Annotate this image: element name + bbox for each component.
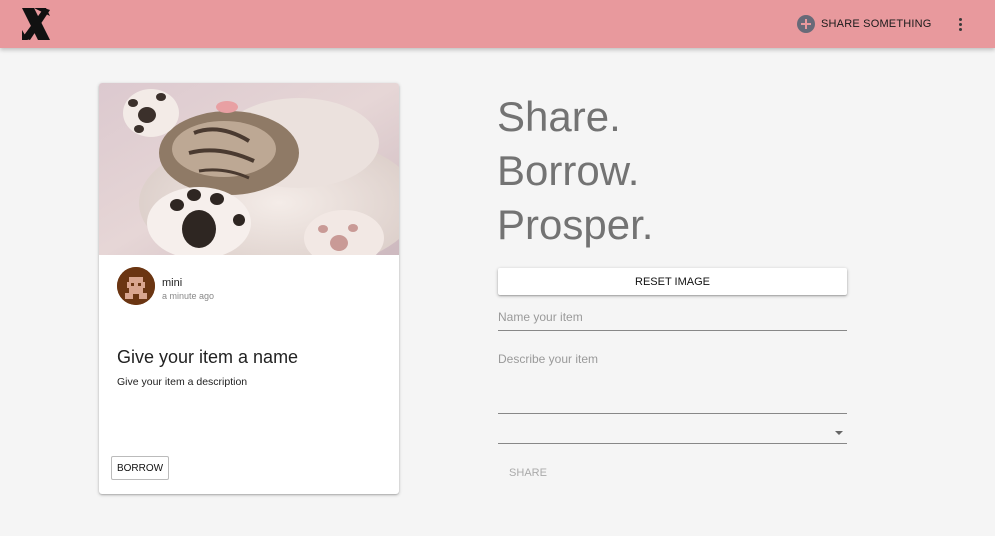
item-preview-card: mini a minute ago Give your item a name … xyxy=(99,83,399,494)
item-name-field[interactable]: Name your item xyxy=(498,310,847,331)
owner-timestamp: a minute ago xyxy=(162,291,215,301)
dropdown-arrow-icon xyxy=(835,431,843,435)
share-submit-button[interactable]: SHARE xyxy=(498,463,558,483)
headline-prosper: Prosper. xyxy=(497,201,654,248)
kitten-photo xyxy=(99,83,399,255)
share-something-label: SHARE SOMETHING xyxy=(821,18,932,30)
headline-share: Share. xyxy=(497,93,621,140)
share-something-button[interactable]: SHARE SOMETHING xyxy=(790,10,938,38)
headline-borrow: Borrow. xyxy=(497,147,640,194)
app-bar: SHARE SOMETHING xyxy=(0,0,995,48)
item-title: Give your item a name xyxy=(117,347,299,367)
owner-name: mini xyxy=(162,277,183,289)
reset-image-button[interactable]: RESET IMAGE xyxy=(498,268,847,295)
pixel-avatar-icon xyxy=(117,267,155,305)
owner-avatar xyxy=(117,267,155,305)
boomtown-logo-icon[interactable] xyxy=(20,6,52,42)
more-vert-icon[interactable] xyxy=(950,14,970,34)
item-description: Give your item a description xyxy=(117,376,248,388)
tags-select[interactable] xyxy=(498,424,847,444)
borrow-button[interactable]: BORROW xyxy=(111,456,169,480)
add-circle-icon xyxy=(797,15,815,33)
item-description-field[interactable]: Describe your item xyxy=(498,352,847,414)
